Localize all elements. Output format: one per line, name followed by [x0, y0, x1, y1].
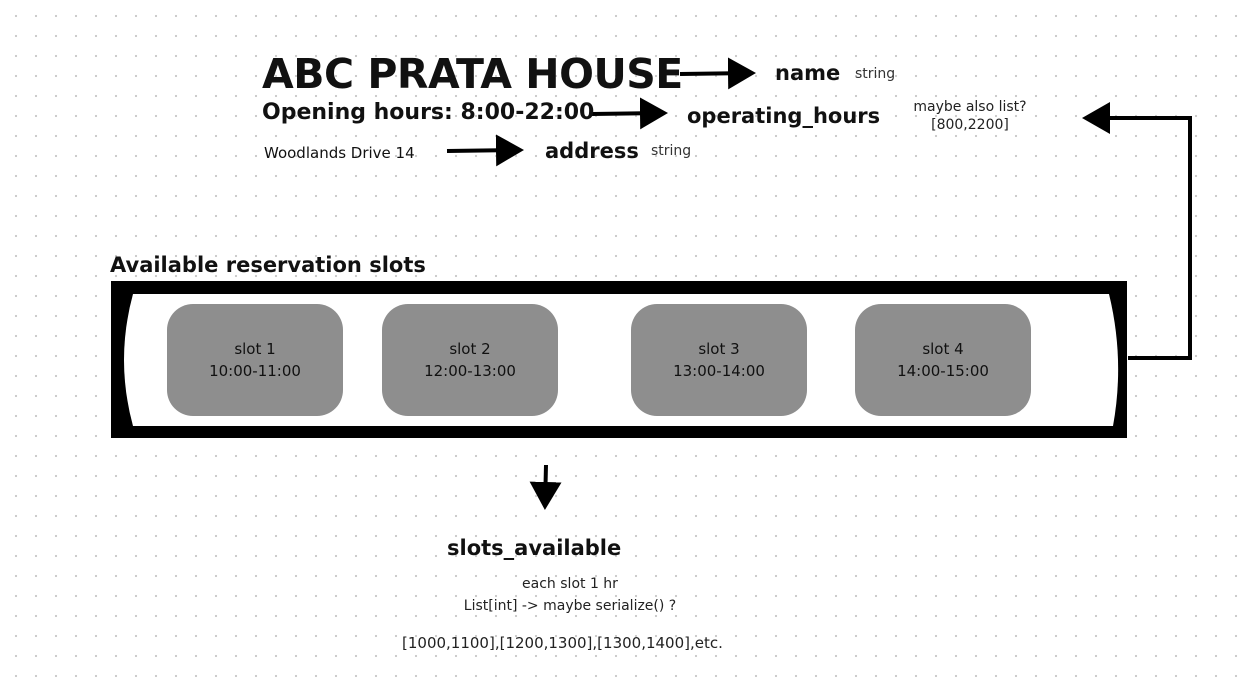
arrow-to-slots-available — [529, 464, 562, 510]
slots-available-notes: each slot 1 hr List[int] -> maybe serial… — [430, 573, 710, 617]
slot-card-4: slot 4 14:00-15:00 — [855, 304, 1031, 416]
field-address-type: string — [651, 143, 692, 159]
slot-time: 10:00-11:00 — [209, 362, 301, 380]
field-operating-hours-label: operating_hours — [687, 104, 881, 128]
operating-hours-note: maybe also list? [800,2200] — [905, 99, 1035, 133]
slot-time: 14:00-15:00 — [897, 362, 989, 380]
slot-label: slot 1 — [234, 340, 276, 358]
slot-time: 13:00-14:00 — [673, 362, 765, 380]
slot-card-1: slot 1 10:00-11:00 — [167, 304, 343, 416]
arrow-to-address — [446, 134, 524, 167]
field-address-label: address — [545, 139, 639, 163]
restaurant-name: ABC PRATA HOUSE — [262, 50, 683, 98]
reservation-section-title: Available reservation slots — [110, 253, 426, 277]
slot-time: 12:00-13:00 — [424, 362, 516, 380]
restaurant-address: Woodlands Drive 14 — [264, 144, 415, 162]
field-name-label: name — [775, 61, 841, 85]
arrow-to-name — [679, 57, 756, 90]
slots-available-example: [1000,1100],[1200,1300],[1300,1400],etc. — [402, 634, 723, 652]
operating-hours-note-line1: maybe also list? — [913, 99, 1027, 115]
slots-available-note-2: List[int] -> maybe serialize() ? — [463, 598, 677, 614]
operating-hours-note-line2: [800,2200] — [931, 117, 1009, 133]
slots-available-label: slots_available — [447, 536, 622, 560]
slot-label: slot 3 — [698, 340, 740, 358]
arrow-to-operating-hours — [591, 97, 668, 130]
opening-hours: Opening hours: 8:00-22:00 — [262, 100, 595, 125]
slot-card-3: slot 3 13:00-14:00 — [631, 304, 807, 416]
slots-available-note-1: each slot 1 hr — [522, 576, 618, 592]
field-name-type: string — [855, 66, 896, 82]
slot-card-2: slot 2 12:00-13:00 — [382, 304, 558, 416]
slot-label: slot 4 — [922, 340, 964, 358]
slot-label: slot 2 — [449, 340, 491, 358]
